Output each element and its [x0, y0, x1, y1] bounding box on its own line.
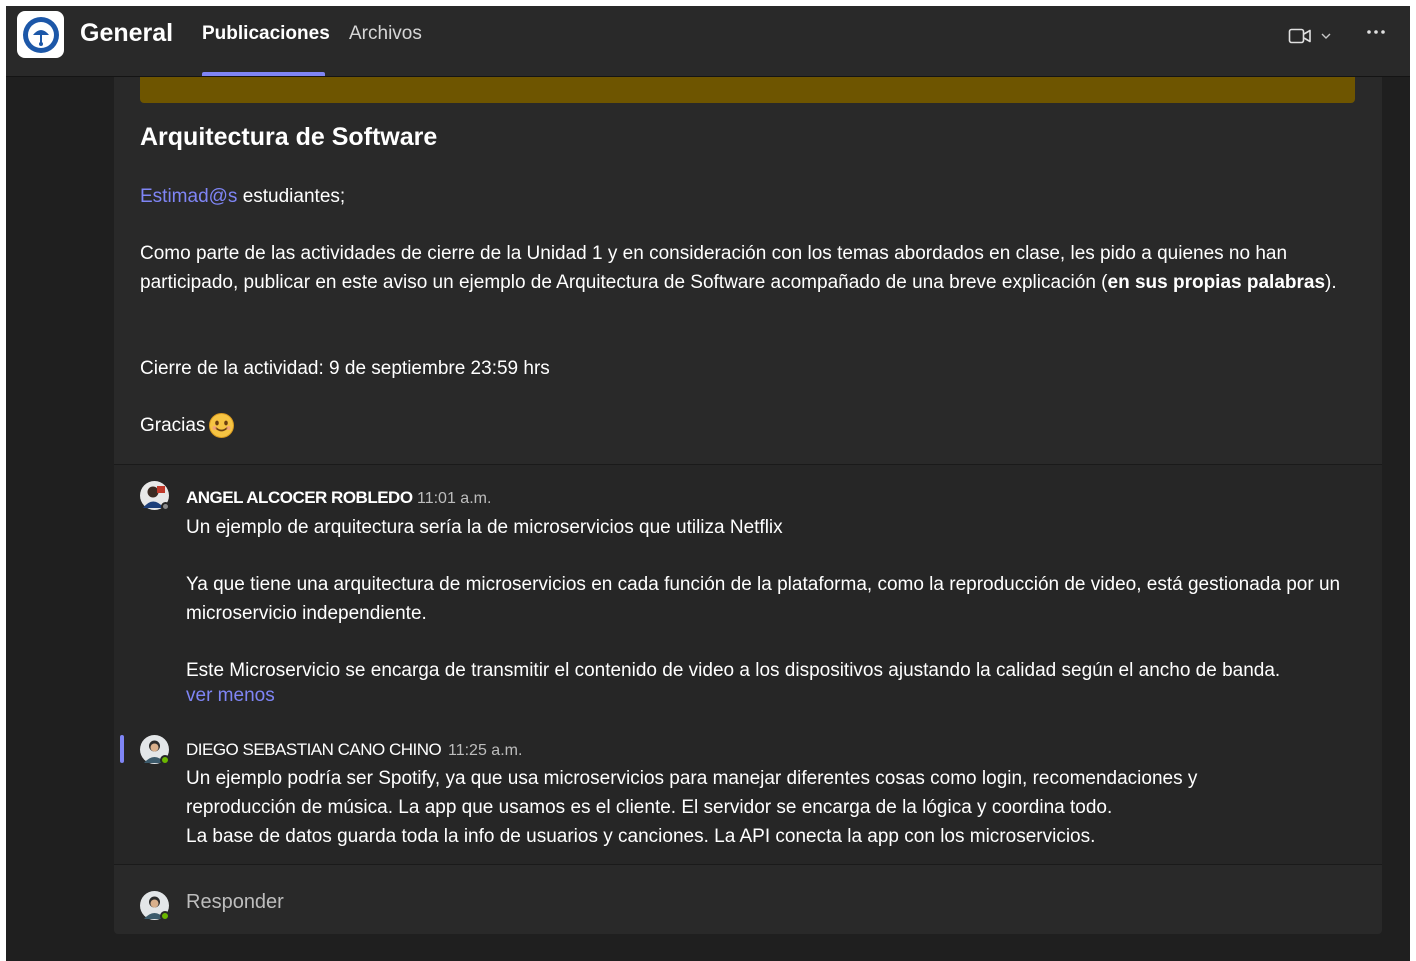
active-tab-indicator [202, 72, 325, 76]
post-body-end: ). [1325, 272, 1337, 293]
presence-online-icon [160, 755, 170, 765]
chevron-down-icon [1321, 33, 1331, 39]
post-title: Arquitectura de Software [140, 123, 438, 151]
reply-line: Un ejemplo podría ser Spotify, ya que us… [186, 768, 1198, 789]
avatar[interactable] [140, 481, 170, 511]
tab-publicaciones[interactable]: Publicaciones [202, 23, 330, 77]
tab-archivos[interactable]: Archivos [349, 23, 422, 77]
team-logo-icon [22, 16, 59, 53]
more-options-button[interactable] [1364, 20, 1388, 44]
presence-away-icon [161, 502, 170, 511]
thanks-text: Gracias [140, 415, 206, 436]
meet-now-button[interactable] [1288, 24, 1340, 48]
reply-timestamp: 11:25 a.m. [448, 742, 523, 759]
announcement-post: Arquitectura de Software Estimad@s estud… [114, 77, 1382, 470]
team-avatar[interactable] [17, 11, 64, 58]
reply-timestamp: 11:01 a.m. [417, 490, 492, 507]
reply-paragraph: Ya que tiene una arquitectura de microse… [186, 574, 1341, 624]
reply-box[interactable]: Responder [114, 864, 1382, 934]
post-greeting: Estimad@s estudiantes; [140, 182, 1340, 211]
reply-paragraph: Este Microservicio se encarga de transmi… [186, 660, 1281, 681]
reply-thread: ANGEL ALCOCER ROBLEDO 11:01 a.m. Un ejem… [114, 464, 1382, 864]
presence-online-icon [160, 911, 170, 921]
post-body-bold: en sus propias palabras [1107, 272, 1326, 293]
reply-author[interactable]: DIEGO SEBASTIAN CANO CHINO [186, 740, 442, 760]
teams-window: General Publicaciones Archivos Arquitect… [6, 6, 1410, 961]
see-less-link[interactable]: ver menos [186, 685, 275, 707]
post-deadline: Cierre de la actividad: 9 de septiembre … [140, 358, 550, 379]
post-body: Como parte de las actividades de cierre … [140, 239, 1340, 297]
reply-line: reproducción de música. La app que usamo… [186, 797, 1113, 818]
avatar[interactable] [140, 735, 170, 765]
my-avatar [140, 891, 170, 921]
ellipsis-icon [1367, 30, 1385, 34]
channel-header: General Publicaciones Archivos [6, 6, 1410, 77]
video-camera-icon [1288, 28, 1311, 44]
smiley-emoji-icon [209, 413, 235, 438]
announcement-banner [140, 77, 1355, 103]
reply-paragraph: Un ejemplo de arquitectura sería la de m… [186, 517, 783, 538]
reply-button[interactable]: Responder [186, 891, 284, 914]
channel-title: General [80, 19, 174, 47]
greeting-text: estudiantes; [237, 186, 346, 207]
mention-tag[interactable]: Estimad@s [140, 186, 237, 207]
reply-line: La base de datos guarda toda la info de … [186, 826, 1096, 847]
unread-indicator [120, 735, 124, 763]
post-thanks: Gracias [140, 411, 1340, 440]
reply-author[interactable]: ANGEL ALCOCER ROBLEDO [186, 488, 413, 508]
